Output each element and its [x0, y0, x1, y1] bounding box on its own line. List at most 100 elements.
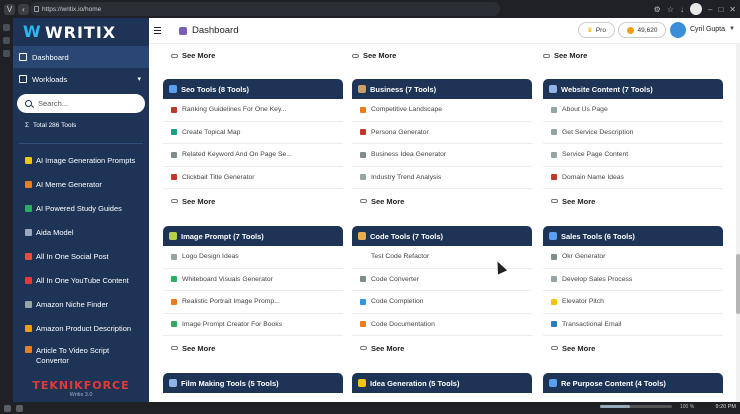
see-more-label: See More — [371, 196, 405, 206]
card-header[interactable]: Website Content (7 Tools) — [543, 79, 723, 99]
sidebar-panel-icon[interactable] — [3, 50, 10, 57]
tool-list-item[interactable]: Realistic Portrait Image Promp... — [163, 291, 343, 314]
link-icon — [352, 53, 359, 58]
see-more-link[interactable]: See More — [163, 336, 343, 360]
tool-list-item[interactable]: Code Documentation — [352, 314, 532, 336]
footer-logo-text: TEKNIKFORCE — [32, 378, 130, 392]
see-more-label: See More — [562, 196, 596, 206]
profile-avatar-icon[interactable] — [690, 3, 702, 15]
tool-list-item[interactable]: Business Idea Generator — [352, 144, 532, 167]
close-icon[interactable]: ✕ — [729, 5, 736, 14]
tool-list-item[interactable]: Transactional Email — [543, 314, 723, 336]
sidebar-tool-item[interactable]: AI Powered Study Guides — [13, 196, 149, 220]
sidebar-tool-label: AI Meme Generator — [36, 179, 102, 189]
weather-icon[interactable] — [16, 404, 23, 412]
see-more-link[interactable]: See More — [171, 51, 215, 60]
maximize-icon[interactable]: □ — [718, 5, 723, 14]
hamburger-menu-icon[interactable] — [154, 27, 161, 34]
link-icon — [171, 199, 178, 203]
search-input[interactable]: Search... — [17, 94, 145, 113]
tool-label: Okr Generator — [562, 253, 606, 261]
tool-list-item[interactable]: Service Page Content — [543, 144, 723, 167]
tool-list-item[interactable]: Create Topical Map — [163, 122, 343, 144]
see-more-link[interactable]: See More — [163, 189, 343, 213]
avatar[interactable] — [670, 22, 686, 38]
extensions-icon[interactable]: ⚙ — [654, 5, 661, 14]
see-more-label: See More — [363, 51, 397, 60]
tool-icon — [551, 174, 557, 181]
sidebar-panel-icon[interactable] — [3, 37, 10, 44]
sidebar-tool-item[interactable]: All In One YouTube Content — [13, 268, 149, 292]
tool-list-item[interactable]: Ranking Guidelines For One Key... — [163, 99, 343, 122]
tool-label: Code Converter — [371, 275, 419, 283]
link-icon — [543, 53, 550, 58]
sidebar-tool-item[interactable]: AI Image Generation Prompts — [13, 148, 149, 172]
address-bar[interactable]: https://writix.io/home — [30, 2, 500, 16]
writix-logo[interactable]: W WRITIX — [13, 18, 149, 46]
tool-list-item[interactable]: Whiteboard Visuals Generator — [163, 269, 343, 291]
sidebar-tool-label: Article To Video Script Convertor — [36, 346, 110, 365]
sidebar-tool-item[interactable]: AI Meme Generator — [13, 172, 149, 196]
sidebar-tool-item[interactable]: Amazon Product Description — [13, 316, 149, 340]
tool-icon — [25, 346, 32, 353]
tool-icon — [171, 276, 177, 283]
see-more-link[interactable]: See More — [543, 51, 587, 60]
sidebar-item-dashboard[interactable]: Dashboard — [13, 46, 149, 68]
scrollbar[interactable] — [736, 44, 740, 402]
tool-list-item[interactable]: Image Prompt Creator For Books — [163, 314, 343, 336]
tool-list-item[interactable]: Get Service Description — [543, 122, 723, 144]
browser-menu-icon[interactable]: V — [4, 3, 15, 15]
zoom-slider[interactable] — [600, 405, 672, 408]
tool-list-item[interactable]: Clickbait Title Generator — [163, 167, 343, 189]
card-header[interactable]: Image Prompt (7 Tools) — [163, 226, 343, 246]
minimize-icon[interactable]: – — [708, 5, 712, 14]
card-header[interactable]: Idea Generation (5 Tools) — [352, 373, 532, 393]
tool-list-item[interactable]: Code Completion — [352, 291, 532, 314]
tool-list-item[interactable]: Related Keyword And On Page Se... — [163, 144, 343, 167]
search-icon — [25, 100, 32, 107]
card-header[interactable]: Seo Tools (8 Tools) — [163, 79, 343, 99]
scrollbar-thumb[interactable] — [736, 254, 740, 314]
sidebar-tool-item[interactable]: Article To Video Script Convertor — [13, 340, 149, 372]
back-icon[interactable]: ‹ — [18, 3, 29, 15]
tool-list-item[interactable]: About Us Page — [543, 99, 723, 122]
sidebar-item-workloads[interactable]: Workloads ▾ — [13, 68, 149, 90]
card-header[interactable]: Business (7 Tools) — [352, 79, 532, 99]
tool-label: Get Service Description — [562, 128, 634, 136]
tool-list-item[interactable]: Industry Trend Analysis — [352, 167, 532, 189]
downloads-icon[interactable]: ↓ — [680, 5, 684, 14]
tool-list-item[interactable]: Competitive Landscape — [352, 99, 532, 122]
sidebar-tool-item[interactable]: Aida Model — [13, 220, 149, 244]
card-header[interactable]: Sales Tools (6 Tools) — [543, 226, 723, 246]
tool-list-item[interactable]: Logo Design Ideas — [163, 246, 343, 269]
credits-badge[interactable]: 49,620 — [618, 22, 666, 38]
sidebar-tool-item[interactable]: Amazon Niche Finder — [13, 292, 149, 316]
tool-category-card: Re Purpose Content (4 Tools) — [543, 373, 723, 393]
see-more-link[interactable]: See More — [352, 336, 532, 360]
user-name[interactable]: Cyril Gupta — [690, 26, 725, 33]
tool-list-item[interactable]: Persona Generator — [352, 122, 532, 144]
tool-list-item[interactable]: Domain Name Ideas — [543, 167, 723, 189]
card-header[interactable]: Code Tools (7 Tools) — [352, 226, 532, 246]
card-header[interactable]: Film Making Tools (5 Tools) — [163, 373, 343, 393]
page-title-text: Dashboard — [192, 25, 239, 36]
see-more-link[interactable]: See More — [352, 51, 396, 60]
see-more-link[interactable]: See More — [352, 189, 532, 213]
sidebar-panel-icon[interactable] — [3, 24, 10, 31]
see-more-link[interactable]: See More — [543, 336, 723, 360]
bookmark-icon[interactable]: ☆ — [667, 5, 674, 14]
tool-list-item[interactable]: Elevator Pitch — [543, 291, 723, 314]
tool-list-item[interactable]: Develop Sales Process — [543, 269, 723, 291]
tool-label: Service Page Content — [562, 151, 629, 159]
sidebar-tool-item[interactable]: All In One Social Post — [13, 244, 149, 268]
tool-label: Domain Name Ideas — [562, 173, 624, 181]
caret-down-icon[interactable]: ▼ — [729, 26, 735, 32]
see-more-label: See More — [182, 343, 216, 353]
browser-toolbar: V ‹ https://writix.io/home ⚙ ☆ ↓ – □ ✕ — [0, 0, 740, 18]
pro-badge[interactable]: ♛ Pro — [578, 22, 615, 38]
card-header[interactable]: Re Purpose Content (4 Tools) — [543, 373, 723, 393]
tool-list-item[interactable]: Code Converter — [352, 269, 532, 291]
see-more-link[interactable]: See More — [543, 189, 723, 213]
start-icon[interactable] — [4, 404, 11, 412]
tool-list-item[interactable]: Okr Generator — [543, 246, 723, 269]
